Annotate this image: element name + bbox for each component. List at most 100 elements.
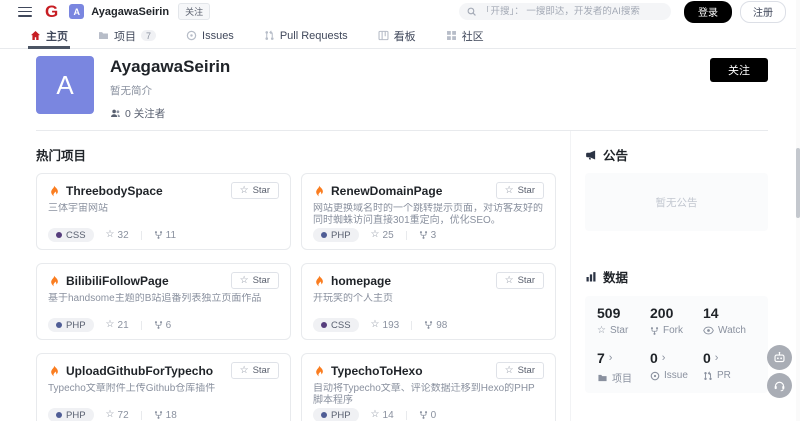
- eye-icon: [703, 326, 714, 335]
- tab-home[interactable]: 主页: [28, 23, 70, 48]
- tab-community[interactable]: 社区: [444, 23, 486, 48]
- fork-count[interactable]: 11: [154, 230, 176, 241]
- pull-request-icon: [264, 30, 275, 41]
- project-card[interactable]: homepage ☆ Star 开玩笑的个人主页 CSS ☆: [301, 263, 556, 340]
- star-button-label: Star: [253, 275, 270, 286]
- project-name-link[interactable]: TypechoToHexo: [331, 364, 423, 378]
- fork-count[interactable]: 6: [154, 320, 172, 331]
- project-card[interactable]: BilibiliFollowPage ☆ Star 基于handsome主题的B…: [36, 263, 291, 340]
- tab-projects-label: 项目: [114, 28, 136, 44]
- headset-icon: [773, 379, 786, 392]
- profile-name: AyagawaSeirin: [110, 57, 230, 77]
- star-button[interactable]: ☆ Star: [496, 362, 544, 379]
- profile-avatar[interactable]: A: [36, 56, 94, 114]
- stat-projects[interactable]: 7 › 项目: [597, 350, 650, 385]
- stat-projects-value: 7: [597, 350, 605, 366]
- right-sidebar: 公告 暂无公告 数据 509: [570, 131, 768, 421]
- star-count[interactable]: ☆ 32: [106, 230, 129, 241]
- project-name-link[interactable]: homepage: [331, 274, 391, 288]
- tab-pull-requests[interactable]: Pull Requests: [262, 23, 350, 48]
- profile-header: A AyagawaSeirin 暂无简介 0 关注者 关注: [0, 49, 800, 130]
- project-description: 三体宇宙网站: [48, 203, 279, 226]
- star-button[interactable]: ☆ Star: [231, 182, 279, 199]
- stat-prs[interactable]: 0 › PR: [703, 350, 756, 385]
- ai-assistant-button[interactable]: [767, 345, 792, 370]
- star-button[interactable]: ☆ Star: [496, 272, 544, 289]
- star-icon: ☆: [371, 410, 380, 420]
- star-icon: ☆: [240, 366, 249, 376]
- project-description: 自动将Typecho文章、评论数据迁移到Hexo的PHP脚本程序: [313, 383, 544, 406]
- fork-count[interactable]: 18: [154, 410, 177, 421]
- project-card[interactable]: TypechoToHexo ☆ Star 自动将Typecho文章、评论数据迁移…: [301, 353, 556, 421]
- megaphone-icon: [585, 149, 597, 161]
- login-button[interactable]: 登录: [684, 1, 732, 23]
- tab-projects[interactable]: 项目 7: [96, 23, 158, 48]
- hamburger-menu-icon[interactable]: [18, 7, 32, 17]
- avatar[interactable]: A: [69, 4, 84, 19]
- star-button[interactable]: ☆ Star: [231, 272, 279, 289]
- project-card[interactable]: ThreebodySpace ☆ Star 三体宇宙网站 CSS: [36, 173, 291, 250]
- star-count-value: 193: [383, 320, 400, 331]
- search-input[interactable]: [481, 6, 663, 17]
- followers-row[interactable]: 0 关注者: [110, 106, 230, 121]
- register-button[interactable]: 注册: [740, 1, 786, 23]
- fork-icon: [650, 326, 659, 336]
- flame-icon: [48, 365, 60, 377]
- chevron-right-icon: ›: [609, 352, 613, 364]
- fork-count[interactable]: 3: [419, 230, 437, 241]
- project-description: 基于handsome主题的B站追番列表独立页面作品: [48, 293, 279, 316]
- stats-title: 数据: [603, 267, 628, 286]
- stat-issues[interactable]: 0 › Issue: [650, 350, 703, 385]
- count-divider: [411, 321, 412, 330]
- language-name: CSS: [331, 320, 351, 331]
- follow-chip[interactable]: 关注: [178, 3, 210, 20]
- star-icon: ☆: [505, 366, 514, 376]
- follow-button[interactable]: 关注: [710, 58, 768, 82]
- star-button[interactable]: ☆ Star: [231, 362, 279, 379]
- language-name: PHP: [331, 410, 351, 421]
- project-description: Typecho文章附件上传Github仓库插件: [48, 383, 279, 406]
- project-name-link[interactable]: RenewDomainPage: [331, 184, 442, 198]
- star-count[interactable]: ☆ 14: [371, 410, 394, 421]
- fork-count-value: 18: [166, 410, 177, 421]
- star-count[interactable]: ☆ 193: [371, 320, 400, 331]
- flame-icon: [48, 185, 60, 197]
- tab-board[interactable]: 看板: [376, 23, 418, 48]
- star-icon: ☆: [371, 320, 380, 330]
- language-badge: CSS: [313, 318, 359, 332]
- fork-count-value: 98: [436, 320, 447, 331]
- star-button[interactable]: ☆ Star: [496, 182, 544, 199]
- project-name-link[interactable]: ThreebodySpace: [66, 184, 163, 198]
- star-button-label: Star: [518, 275, 535, 286]
- language-name: PHP: [66, 320, 86, 331]
- star-count[interactable]: ☆ 21: [106, 320, 129, 331]
- language-badge: PHP: [313, 408, 359, 421]
- star-icon: ☆: [371, 230, 380, 240]
- fork-count[interactable]: 0: [419, 410, 437, 421]
- language-name: CSS: [66, 230, 86, 241]
- project-card[interactable]: RenewDomainPage ☆ Star 网站更换域名时的一个跳转提示页面，…: [301, 173, 556, 250]
- count-divider: [141, 231, 142, 240]
- customer-service-button[interactable]: [767, 373, 792, 398]
- fork-count[interactable]: 98: [424, 320, 447, 331]
- star-button-label: Star: [253, 365, 270, 376]
- tab-board-label: 看板: [394, 28, 416, 44]
- tab-issues[interactable]: Issues: [184, 23, 236, 48]
- chevron-right-icon: ›: [715, 352, 719, 364]
- project-card[interactable]: UploadGithubForTypecho ☆ Star Typecho文章附…: [36, 353, 291, 421]
- kanban-icon: [378, 30, 389, 41]
- scrollbar-thumb[interactable]: [796, 148, 800, 218]
- popular-projects-grid: ThreebodySpace ☆ Star 三体宇宙网站 CSS: [36, 173, 556, 421]
- username-label[interactable]: AyagawaSeirin: [91, 6, 169, 18]
- count-divider: [406, 231, 407, 240]
- language-badge: CSS: [48, 228, 94, 242]
- star-count-value: 72: [118, 410, 129, 421]
- star-count[interactable]: ☆ 72: [106, 410, 129, 421]
- search-box[interactable]: [459, 3, 671, 20]
- project-name-link[interactable]: UploadGithubForTypecho: [66, 364, 213, 378]
- language-dot-icon: [321, 322, 327, 328]
- gitee-logo[interactable]: G: [45, 3, 58, 20]
- project-name-link[interactable]: BilibiliFollowPage: [66, 274, 169, 288]
- star-count[interactable]: ☆ 25: [371, 230, 394, 241]
- fork-icon: [419, 410, 428, 420]
